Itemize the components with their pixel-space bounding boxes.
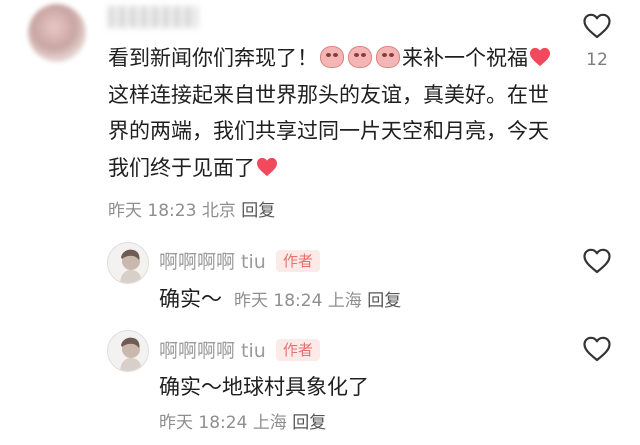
reply-button[interactable]: 回复 bbox=[367, 291, 401, 311]
comment-text-part1: 看到新闻你们奔现了！ bbox=[108, 46, 318, 70]
reply-button[interactable]: 回复 bbox=[292, 413, 326, 433]
reply-avatar[interactable] bbox=[107, 242, 149, 284]
username-blurred[interactable] bbox=[108, 6, 198, 28]
reply-button[interactable]: 回复 bbox=[241, 201, 275, 221]
pig-emoji-icon bbox=[376, 46, 400, 68]
reply-time: 昨天 18:24 bbox=[159, 413, 248, 433]
reply-location: 上海 bbox=[327, 291, 362, 311]
author-badge: 作者 bbox=[275, 338, 320, 361]
reply-avatar[interactable] bbox=[107, 330, 149, 372]
like-count: 12 bbox=[586, 50, 608, 70]
reply-username[interactable]: 啊啊啊啊 tiu bbox=[159, 247, 266, 274]
heart-emoji-icon bbox=[257, 157, 277, 176]
reply-time: 昨天 18:24 bbox=[234, 291, 323, 311]
avatar-image-icon bbox=[108, 331, 148, 371]
comment-text-part3: 这样连接起来自世界那头的友谊，真美好。在世界的两端，我们共享过同一片天空和月亮，… bbox=[108, 82, 549, 180]
author-badge: 作者 bbox=[275, 249, 320, 272]
comment-location: 北京 bbox=[201, 201, 236, 221]
like-heart-icon[interactable] bbox=[582, 12, 612, 40]
like-heart-icon[interactable] bbox=[582, 335, 612, 363]
heart-emoji-icon bbox=[530, 47, 550, 67]
reply-header: 啊啊啊啊 tiu 作者 bbox=[159, 247, 320, 274]
reply-text: 确实～地球村具象化了 bbox=[159, 375, 369, 399]
reply-location: 上海 bbox=[252, 413, 287, 433]
avatar-image-icon bbox=[108, 243, 148, 283]
comment-meta: 昨天 18:23 北京 回复 bbox=[108, 196, 275, 221]
reply-body: 确实～ 昨天 18:24 上海 回复 bbox=[159, 283, 401, 313]
pig-emoji-icon bbox=[320, 46, 344, 68]
comment-text: 看到新闻你们奔现了！ 来补一个祝福这样连接起来自世界那头的友谊，真美好。在世界的两… bbox=[108, 40, 563, 186]
comment-text-part2: 来补一个祝福 bbox=[402, 46, 528, 70]
reply-username[interactable]: 啊啊啊啊 tiu bbox=[159, 336, 266, 363]
reply-meta: 昨天 18:24 上海 回复 bbox=[234, 286, 401, 311]
avatar[interactable] bbox=[28, 4, 86, 62]
pig-emoji-icon bbox=[348, 46, 372, 68]
reply-meta: 昨天 18:24 上海 回复 bbox=[159, 408, 326, 433]
reply-text: 确实～ bbox=[159, 287, 222, 311]
reply-header: 啊啊啊啊 tiu 作者 bbox=[159, 336, 320, 363]
comment-time: 昨天 18:23 bbox=[108, 201, 197, 221]
like-heart-icon[interactable] bbox=[582, 247, 612, 275]
